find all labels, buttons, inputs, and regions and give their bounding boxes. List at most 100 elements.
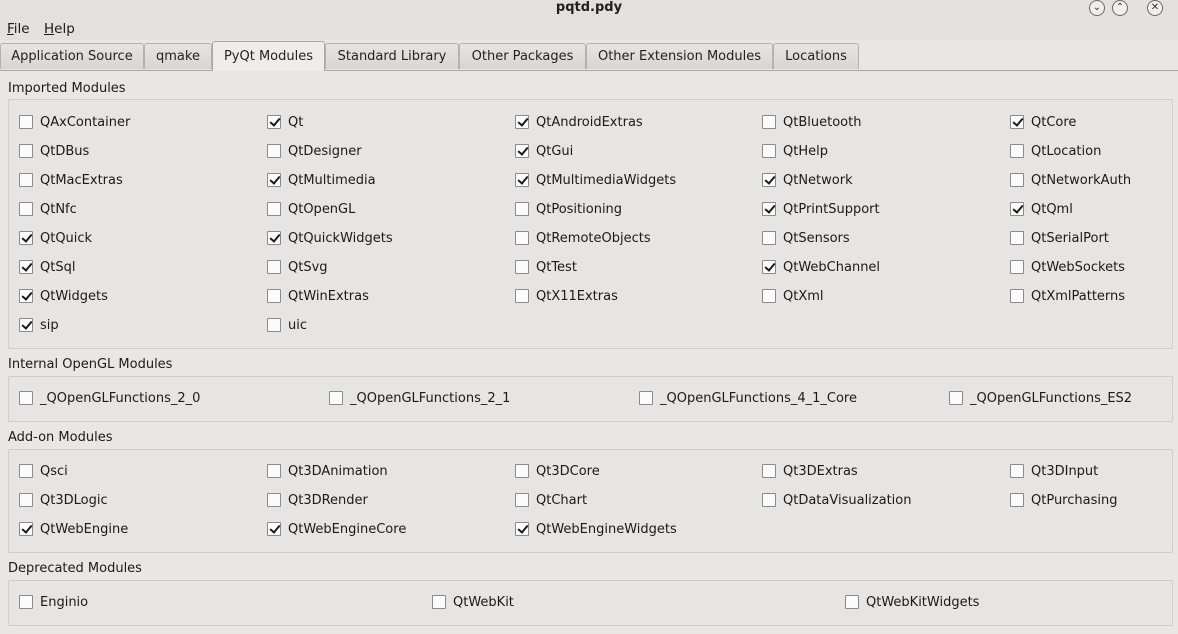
- checkbox-qtmacextras[interactable]: QtMacExtras: [19, 171, 123, 189]
- checkbox-qtwebkitwidgets[interactable]: QtWebKitWidgets: [845, 593, 979, 611]
- checkbox-qtwinextras[interactable]: QtWinExtras: [267, 287, 369, 305]
- checkbox-unchecked-icon[interactable]: [19, 464, 33, 478]
- checkbox-qthelp[interactable]: QtHelp: [762, 142, 828, 160]
- checkbox-unchecked-icon[interactable]: [267, 493, 281, 507]
- checkbox-checked-icon[interactable]: [267, 173, 281, 187]
- checkbox-qttest[interactable]: QtTest: [515, 258, 577, 276]
- checkbox-checked-icon[interactable]: [762, 173, 776, 187]
- checkbox-unchecked-icon[interactable]: [762, 289, 776, 303]
- checkbox-qtwebsockets[interactable]: QtWebSockets: [1010, 258, 1125, 276]
- maximize-icon[interactable]: ⌃: [1112, 0, 1128, 16]
- checkbox-unchecked-icon[interactable]: [515, 260, 529, 274]
- checkbox-unchecked-icon[interactable]: [1010, 464, 1024, 478]
- checkbox-unchecked-icon[interactable]: [19, 202, 33, 216]
- checkbox-qtwebenginewidgets[interactable]: QtWebEngineWidgets: [515, 520, 677, 538]
- checkbox-qopenglfunctions-4-1-core[interactable]: _QOpenGLFunctions_4_1_Core: [639, 389, 857, 407]
- checkbox-qtxmlpatterns[interactable]: QtXmlPatterns: [1010, 287, 1125, 305]
- checkbox-unchecked-icon[interactable]: [267, 144, 281, 158]
- checkbox-qtwebkit[interactable]: QtWebKit: [432, 593, 514, 611]
- tab-other-packages[interactable]: Other Packages: [459, 43, 586, 69]
- checkbox-unchecked-icon[interactable]: [267, 202, 281, 216]
- checkbox-qtx11extras[interactable]: QtX11Extras: [515, 287, 618, 305]
- checkbox-checked-icon[interactable]: [267, 522, 281, 536]
- checkbox-checked-icon[interactable]: [515, 115, 529, 129]
- tab-standard-library[interactable]: Standard Library: [325, 43, 459, 69]
- checkbox-unchecked-icon[interactable]: [762, 231, 776, 245]
- checkbox-qtwidgets[interactable]: QtWidgets: [19, 287, 108, 305]
- checkbox-unchecked-icon[interactable]: [762, 493, 776, 507]
- checkbox-qtdatavisualization[interactable]: QtDataVisualization: [762, 491, 911, 509]
- checkbox-qopenglfunctions-2-0[interactable]: _QOpenGLFunctions_2_0: [19, 389, 200, 407]
- checkbox-qtgui[interactable]: QtGui: [515, 142, 573, 160]
- checkbox-qtnfc[interactable]: QtNfc: [19, 200, 77, 218]
- checkbox-unchecked-icon[interactable]: [949, 391, 963, 405]
- checkbox-checked-icon[interactable]: [762, 202, 776, 216]
- checkbox-qtquick[interactable]: QtQuick: [19, 229, 92, 247]
- checkbox-checked-icon[interactable]: [762, 260, 776, 274]
- menu-file[interactable]: File: [7, 20, 30, 38]
- checkbox-qtpositioning[interactable]: QtPositioning: [515, 200, 622, 218]
- checkbox-qtquickwidgets[interactable]: QtQuickWidgets: [267, 229, 393, 247]
- checkbox-checked-icon[interactable]: [515, 522, 529, 536]
- checkbox-qt3dinput[interactable]: Qt3DInput: [1010, 462, 1098, 480]
- tab-locations[interactable]: Locations: [773, 43, 859, 69]
- tab-other-extension-modules[interactable]: Other Extension Modules: [586, 43, 773, 69]
- checkbox-unchecked-icon[interactable]: [515, 493, 529, 507]
- checkbox-qtwebenginecore[interactable]: QtWebEngineCore: [267, 520, 406, 538]
- checkbox-qtcore[interactable]: QtCore: [1010, 113, 1076, 131]
- checkbox-unchecked-icon[interactable]: [639, 391, 653, 405]
- checkbox-unchecked-icon[interactable]: [19, 595, 33, 609]
- checkbox-checked-icon[interactable]: [267, 115, 281, 129]
- tab-qmake[interactable]: qmake: [144, 43, 212, 69]
- checkbox-qtopengl[interactable]: QtOpenGL: [267, 200, 355, 218]
- checkbox-checked-icon[interactable]: [19, 318, 33, 332]
- checkbox-qtandroidextras[interactable]: QtAndroidExtras: [515, 113, 643, 131]
- checkbox-qt3dextras[interactable]: Qt3DExtras: [762, 462, 858, 480]
- checkbox-unchecked-icon[interactable]: [762, 115, 776, 129]
- checkbox-unchecked-icon[interactable]: [267, 289, 281, 303]
- checkbox-unchecked-icon[interactable]: [432, 595, 446, 609]
- checkbox-enginio[interactable]: Enginio: [19, 593, 88, 611]
- checkbox-unchecked-icon[interactable]: [19, 493, 33, 507]
- checkbox-qt3danimation[interactable]: Qt3DAnimation: [267, 462, 388, 480]
- menu-help[interactable]: Help: [44, 20, 75, 38]
- checkbox-qtsql[interactable]: QtSql: [19, 258, 75, 276]
- checkbox-qtdbus[interactable]: QtDBus: [19, 142, 89, 160]
- checkbox-checked-icon[interactable]: [19, 231, 33, 245]
- checkbox-qtbluetooth[interactable]: QtBluetooth: [762, 113, 861, 131]
- checkbox-checked-icon[interactable]: [1010, 202, 1024, 216]
- checkbox-unchecked-icon[interactable]: [19, 144, 33, 158]
- checkbox-unchecked-icon[interactable]: [267, 260, 281, 274]
- checkbox-qtchart[interactable]: QtChart: [515, 491, 587, 509]
- checkbox-checked-icon[interactable]: [19, 289, 33, 303]
- checkbox-checked-icon[interactable]: [19, 522, 33, 536]
- checkbox-qt3dlogic[interactable]: Qt3DLogic: [19, 491, 108, 509]
- tab-application-source[interactable]: Application Source: [0, 43, 144, 69]
- checkbox-unchecked-icon[interactable]: [1010, 144, 1024, 158]
- checkbox-qtprintsupport[interactable]: QtPrintSupport: [762, 200, 880, 218]
- checkbox-unchecked-icon[interactable]: [515, 231, 529, 245]
- checkbox-qtpurchasing[interactable]: QtPurchasing: [1010, 491, 1117, 509]
- checkbox-checked-icon[interactable]: [515, 173, 529, 187]
- checkbox-unchecked-icon[interactable]: [515, 202, 529, 216]
- checkbox-unchecked-icon[interactable]: [19, 173, 33, 187]
- checkbox-checked-icon[interactable]: [267, 231, 281, 245]
- checkbox-unchecked-icon[interactable]: [19, 391, 33, 405]
- checkbox-qopenglfunctions-es2[interactable]: _QOpenGLFunctions_ES2: [949, 389, 1132, 407]
- checkbox-unchecked-icon[interactable]: [515, 464, 529, 478]
- checkbox-qtmultimediawidgets[interactable]: QtMultimediaWidgets: [515, 171, 676, 189]
- checkbox-qtserialport[interactable]: QtSerialPort: [1010, 229, 1109, 247]
- checkbox-checked-icon[interactable]: [515, 144, 529, 158]
- checkbox-qsci[interactable]: Qsci: [19, 462, 68, 480]
- checkbox-unchecked-icon[interactable]: [1010, 493, 1024, 507]
- checkbox-unchecked-icon[interactable]: [845, 595, 859, 609]
- checkbox-unchecked-icon[interactable]: [762, 144, 776, 158]
- checkbox-qtqml[interactable]: QtQml: [1010, 200, 1073, 218]
- checkbox-qtwebchannel[interactable]: QtWebChannel: [762, 258, 880, 276]
- checkbox-qtsensors[interactable]: QtSensors: [762, 229, 850, 247]
- checkbox-qt3drender[interactable]: Qt3DRender: [267, 491, 368, 509]
- close-icon[interactable]: ✕: [1147, 0, 1163, 16]
- checkbox-qtmultimedia[interactable]: QtMultimedia: [267, 171, 376, 189]
- checkbox-unchecked-icon[interactable]: [19, 115, 33, 129]
- checkbox-unchecked-icon[interactable]: [1010, 289, 1024, 303]
